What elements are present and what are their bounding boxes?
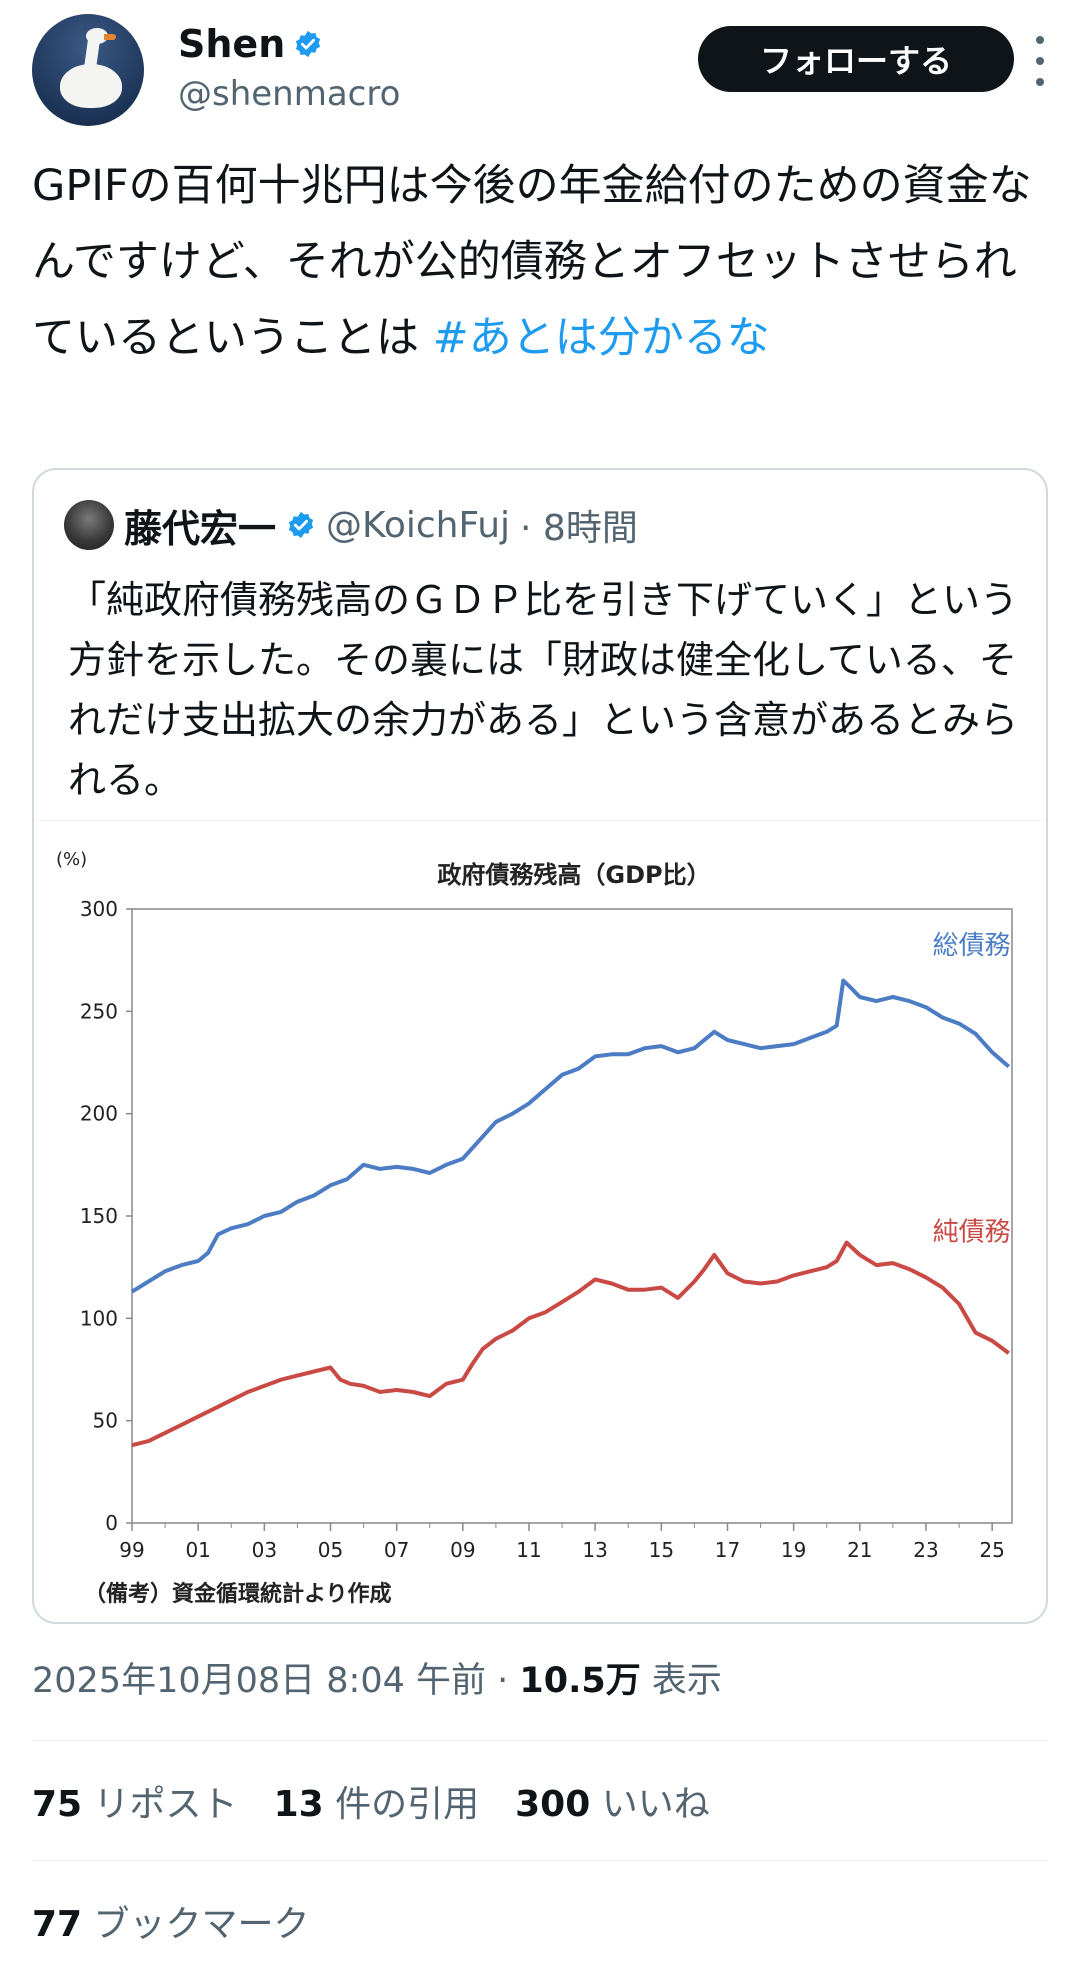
quotes-label: 件の引用 — [323, 1784, 480, 1825]
author-name-row: Shen — [178, 22, 400, 66]
debt-chart: 政府債務残高（GDP比） (%) 050100150200250300 99 01… — [56, 849, 1013, 1607]
x-tick-label: 07 — [384, 1538, 409, 1562]
x-tick-label: 25 — [979, 1538, 1004, 1562]
x-tick-label: 05 — [318, 1538, 343, 1562]
more-dot — [1036, 36, 1044, 44]
y-axis: 0 50 100 150 200 250 300 — [80, 897, 132, 1535]
quote-tweet-card[interactable]: 藤代宏一 @KoichFuj · 8時間 「純政府債務残高のＧＤＰ比を引き下げて… — [32, 468, 1048, 1624]
y-tick-label: 200 — [80, 1102, 118, 1126]
series-label: 純債務 — [933, 1218, 1011, 1248]
series-label: 総債務 — [933, 931, 1011, 961]
x-tick-label: 09 — [450, 1538, 475, 1562]
y-tick-label: 300 — [80, 897, 118, 921]
views-label: 表示 — [640, 1661, 722, 1701]
x-tick-label: 15 — [649, 1538, 674, 1562]
author-display-name[interactable]: Shen — [178, 22, 285, 66]
likes-stat[interactable]: 300 いいね — [515, 1775, 710, 1827]
x-tick-label: 23 — [913, 1538, 938, 1562]
x-axis: 99 01 03 05 07 09 11 13 15 17 19 21 23 25 — [119, 1523, 1005, 1562]
likes-label: いいね — [590, 1784, 710, 1825]
views-count: 10.5万 — [519, 1661, 641, 1701]
chart-title: 政府債務残高（GDP比） — [437, 861, 710, 889]
divider — [32, 1860, 1048, 1861]
x-tick-label: 13 — [582, 1538, 607, 1562]
y-tick-label: 50 — [93, 1409, 118, 1433]
quote-display-name[interactable]: 藤代宏一 — [124, 498, 276, 553]
quotes-count: 13 — [273, 1784, 324, 1825]
hashtag-link[interactable]: #あとは分かるな — [433, 313, 770, 363]
divider — [32, 1740, 1048, 1741]
tweet-timestamp[interactable]: 2025年10月08日 8:04 午前 · 10.5万 表示 — [32, 1652, 722, 1703]
quote-header: 藤代宏一 @KoichFuj · 8時間 — [64, 498, 638, 553]
likes-count: 300 — [515, 1784, 591, 1825]
series-line-1 — [131, 1240, 1010, 1448]
tweet-header: Shen @shenmacro フォローする — [32, 14, 1048, 126]
avatar-swan-beak — [104, 34, 116, 40]
engagement-stats: 75 リポスト 13 件の引用 300 いいね — [32, 1775, 710, 1827]
more-dot — [1036, 78, 1044, 86]
verified-badge-icon — [296, 30, 321, 58]
y-tick-label: 150 — [80, 1204, 118, 1228]
reposts-count: 75 — [32, 1784, 83, 1825]
bookmarks-label: ブックマーク — [82, 1904, 310, 1945]
quote-handle[interactable]: @KoichFuj — [326, 505, 510, 546]
x-tick-label: 21 — [847, 1538, 872, 1562]
quote-text: 「純政府債務残高のＧＤＰ比を引き下げていく」という方針を示した。その裏には「財政… — [68, 578, 1019, 802]
x-tick-label: 03 — [252, 1538, 277, 1562]
y-tick-label: 0 — [105, 1511, 118, 1535]
series-line-0 — [130, 978, 1011, 1294]
author-block: Shen @shenmacro — [178, 22, 400, 114]
x-tick-label: 99 — [119, 1538, 144, 1562]
x-tick-label: 01 — [185, 1538, 210, 1562]
tweet-text: GPIFの百何十兆円は今後の年金給付のための資金なんですけど、それが公的債務とオ… — [32, 148, 1048, 376]
more-options-icon[interactable] — [1032, 36, 1048, 86]
reposts-label: リポスト — [82, 1784, 238, 1825]
y-tick-label: 100 — [80, 1306, 118, 1330]
timestamp-text: 2025年10月08日 8:04 午前 · — [32, 1661, 520, 1701]
reposts-stat[interactable]: 75 リポスト — [32, 1775, 238, 1827]
series-layer: 総債務純債務 — [130, 931, 1011, 1448]
quote-avatar[interactable] — [64, 500, 114, 550]
quote-time[interactable]: · 8時間 — [520, 499, 638, 551]
x-tick-label: 17 — [715, 1538, 740, 1562]
y-unit-label: (%) — [56, 849, 87, 870]
avatar[interactable] — [32, 14, 144, 126]
quote-verified-badge-icon — [288, 511, 314, 539]
x-tick-label: 11 — [516, 1538, 541, 1562]
x-tick-label: 19 — [781, 1538, 806, 1562]
author-handle[interactable]: @shenmacro — [178, 74, 400, 114]
follow-button[interactable]: フォローする — [698, 26, 1014, 92]
bookmarks-stat[interactable]: 77 ブックマーク — [32, 1895, 310, 1947]
chart-note: （備考）資金循環統計より作成 — [84, 1581, 392, 1607]
bookmarks-count: 77 — [32, 1904, 83, 1945]
y-tick-label: 250 — [80, 999, 118, 1023]
chart-image[interactable]: 政府債務残高（GDP比） (%) 0 50 100 150 200 250 300 99 01… — [34, 820, 1046, 1622]
more-dot — [1036, 57, 1044, 65]
quotes-stat[interactable]: 13 件の引用 — [274, 1775, 480, 1827]
